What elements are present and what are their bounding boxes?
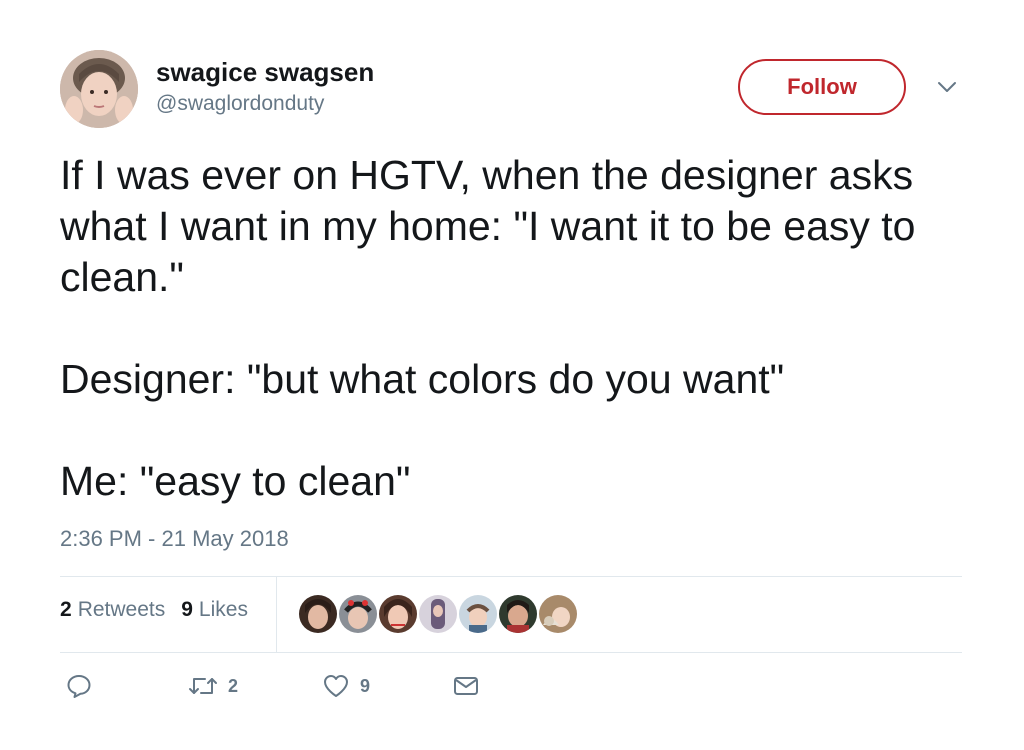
reply-button[interactable] [66,668,92,704]
liker-avatar[interactable] [297,593,339,635]
retweet-icon [188,673,218,699]
tweet-paragraph: If I was ever on HGTV, when the designer… [60,152,916,300]
retweet-count: 2 [228,675,239,696]
tweet-timestamp[interactable]: 2:36 PM - 21 May 2018 [60,526,289,552]
avatar[interactable] [60,50,138,128]
stats-separator [276,577,277,652]
display-name[interactable]: swagice swagsen [156,57,374,88]
engagement-stats: 2 Retweets 9 Likes [60,598,248,622]
retweets-label: Retweets [77,598,166,621]
retweets-stat[interactable]: 2 Retweets [60,598,165,622]
tweet-paragraph: Me: "easy to clean" [60,458,411,504]
reply-icon [66,673,92,699]
envelope-icon [452,674,480,698]
tweet-paragraph: Designer: "but what colors do you want" [60,356,785,402]
divider [60,652,962,653]
liker-avatar[interactable] [457,593,499,635]
liker-avatar[interactable] [497,593,539,635]
divider [60,576,962,577]
like-button[interactable]: 9 [322,668,370,704]
tweet-card: swagice swagsen @swaglordonduty Follow I… [0,0,1024,750]
user-handle[interactable]: @swaglordonduty [156,92,324,116]
tweet-text: If I was ever on HGTV, when the designer… [60,150,990,507]
retweets-count: 2 [60,598,72,621]
likes-stat[interactable]: 9 Likes [181,598,248,622]
retweet-button[interactable]: 2 [188,668,238,704]
likes-count: 9 [181,598,193,621]
like-count: 9 [360,675,371,696]
liker-avatar[interactable] [537,593,579,635]
direct-message-button[interactable] [452,668,480,704]
likes-label: Likes [198,598,248,621]
follow-button[interactable]: Follow [738,59,906,115]
chevron-down-icon[interactable] [936,78,958,96]
heart-icon [322,673,350,699]
liker-avatar[interactable] [377,593,419,635]
liker-avatars [297,593,579,635]
liker-avatar[interactable] [417,593,459,635]
liker-avatar[interactable] [337,593,379,635]
